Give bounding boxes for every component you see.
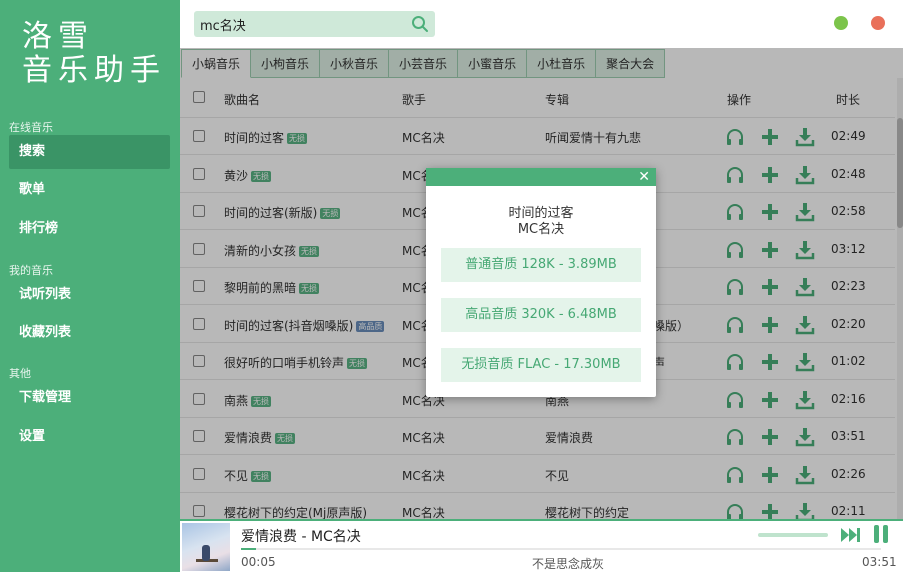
album-cover[interactable] bbox=[182, 523, 230, 571]
search-icon[interactable] bbox=[411, 15, 429, 33]
quality-high-button[interactable]: 高品音质 320K - 6.48MB bbox=[441, 298, 641, 332]
app-logo: 洛雪 音乐助手 bbox=[22, 20, 166, 88]
sidebar-item-charts[interactable]: 排行榜 bbox=[9, 212, 170, 246]
pause-bar-left bbox=[874, 525, 879, 543]
current-time: 00:05 bbox=[241, 555, 276, 569]
dialog-header: ✕ bbox=[426, 168, 656, 186]
sidebar-section-other: 其他 bbox=[9, 367, 31, 380]
sidebar-section-online: 在线音乐 bbox=[9, 121, 53, 134]
progress-bar[interactable] bbox=[241, 548, 881, 550]
close-window-button[interactable] bbox=[871, 16, 885, 30]
sidebar-item-favorites[interactable]: 收藏列表 bbox=[9, 316, 170, 350]
sidebar-item-search[interactable]: 搜索 bbox=[9, 135, 170, 169]
sidebar: 洛雪 音乐助手 在线音乐 搜索 歌单 排行榜 我的音乐 试听列表 收藏列表 其他… bbox=[0, 0, 180, 572]
minimize-button[interactable] bbox=[834, 16, 848, 30]
quality-standard-button[interactable]: 普通音质 128K - 3.89MB bbox=[441, 248, 641, 282]
cover-figure bbox=[202, 545, 210, 561]
pause-bar-right bbox=[883, 525, 888, 543]
logo-line-2: 音乐助手 bbox=[22, 53, 166, 88]
now-playing-title: 爱情浪费 - MC名决 bbox=[241, 529, 361, 545]
search-input[interactable] bbox=[200, 14, 400, 34]
sidebar-item-downloads[interactable]: 下载管理 bbox=[9, 381, 170, 415]
player-bar: 爱情浪费 - MC名决 00:05 不是思念成灰 03:51 bbox=[180, 519, 903, 572]
download-quality-dialog: ✕ 时间的过客 MC名决 普通音质 128K - 3.89MB 高品音质 320… bbox=[426, 168, 656, 397]
lyric-line: 不是思念成灰 bbox=[532, 557, 605, 571]
total-time: 03:51 bbox=[862, 555, 897, 569]
next-track-icon[interactable] bbox=[840, 525, 862, 545]
sidebar-item-listen-list[interactable]: 试听列表 bbox=[9, 278, 170, 312]
dialog-singer: MC名决 bbox=[517, 222, 565, 237]
logo-line-1: 洛雪 bbox=[22, 19, 94, 54]
quality-lossless-button[interactable]: 无损音质 FLAC - 17.30MB bbox=[441, 348, 641, 382]
sidebar-section-my-music: 我的音乐 bbox=[9, 264, 53, 277]
search-box bbox=[194, 11, 435, 37]
close-icon[interactable]: ✕ bbox=[638, 169, 650, 185]
progress-fill bbox=[241, 548, 256, 550]
volume-slider[interactable] bbox=[758, 533, 828, 537]
pause-icon[interactable] bbox=[872, 525, 890, 545]
top-bar bbox=[180, 0, 903, 48]
sidebar-item-settings[interactable]: 设置 bbox=[9, 420, 170, 454]
sidebar-item-playlists[interactable]: 歌单 bbox=[9, 173, 170, 207]
